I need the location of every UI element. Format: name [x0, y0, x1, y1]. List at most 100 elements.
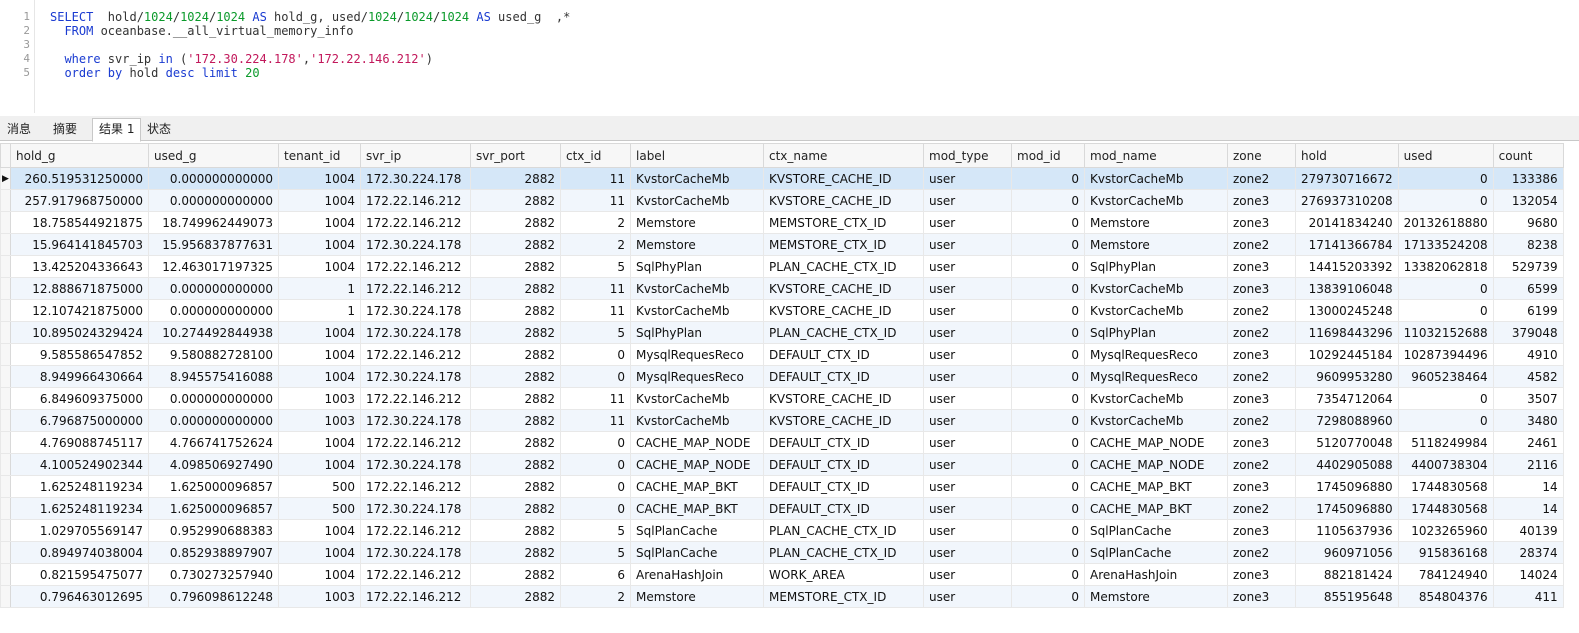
table-cell[interactable]: 15.964141845703 — [10, 233, 149, 256]
table-cell[interactable]: 8.945575416088 — [148, 365, 279, 388]
table-cell[interactable]: user — [923, 255, 1012, 278]
table-cell[interactable]: 172.30.224.178 — [360, 409, 471, 432]
table-cell[interactable]: user — [923, 387, 1012, 410]
table-cell[interactable]: 0.952990688383 — [148, 519, 279, 542]
table-cell[interactable]: KvstorCacheMb — [630, 189, 764, 212]
table-row[interactable]: 9.585586547852 9.580882728100 1004 172.22.1… — [0, 343, 1564, 366]
table-cell[interactable]: 172.30.224.178 — [360, 233, 471, 256]
column-header[interactable]: used_g — [148, 143, 279, 168]
table-cell[interactable]: KvstorCacheMb — [1084, 299, 1228, 322]
table-cell[interactable]: DEFAULT_CTX_ID — [763, 431, 924, 454]
table-cell[interactable]: 0 — [1011, 255, 1085, 278]
table-row[interactable]: 4.769088745117 4.766741752624 1004 172.22.1… — [0, 431, 1564, 454]
row-indicator[interactable] — [0, 233, 11, 256]
table-cell[interactable]: zone3 — [1227, 387, 1296, 410]
result-tab[interactable]: 消息 — [0, 118, 38, 141]
table-cell[interactable]: WORK_AREA — [763, 563, 924, 586]
table-cell[interactable]: 172.30.224.178 — [360, 453, 471, 476]
table-cell[interactable]: 0 — [1011, 431, 1085, 454]
table-cell[interactable]: 0 — [560, 431, 631, 454]
row-indicator[interactable] — [0, 321, 11, 344]
code-line[interactable]: order by hold desc limit 20 — [50, 66, 259, 80]
table-cell[interactable]: 0.894974038004 — [10, 541, 149, 564]
table-cell[interactable]: Memstore — [1084, 211, 1228, 234]
table-cell[interactable]: CACHE_MAP_BKT — [630, 497, 764, 520]
table-cell[interactable]: Memstore — [1084, 585, 1228, 608]
table-cell[interactable]: KvstorCacheMb — [1084, 277, 1228, 300]
table-cell[interactable]: 172.22.146.212 — [360, 343, 471, 366]
table-cell[interactable]: 9680 — [1492, 211, 1564, 234]
table-cell[interactable]: 1744830568 — [1397, 497, 1494, 520]
result-tab[interactable]: 结果 1 — [92, 118, 142, 142]
table-cell[interactable]: 0.730273257940 — [148, 563, 279, 586]
table-cell[interactable]: 0.000000000000 — [148, 299, 279, 322]
table-cell[interactable]: 784124940 — [1397, 563, 1494, 586]
table-cell[interactable]: 172.22.146.212 — [360, 475, 471, 498]
table-cell[interactable]: 855195648 — [1295, 585, 1399, 608]
table-cell[interactable]: CACHE_MAP_BKT — [630, 475, 764, 498]
table-cell[interactable]: 0.796098612248 — [148, 585, 279, 608]
table-cell[interactable]: SqlPhyPlan — [630, 255, 764, 278]
table-cell[interactable]: zone2 — [1227, 321, 1296, 344]
table-cell[interactable]: 172.22.146.212 — [360, 387, 471, 410]
table-cell[interactable]: 2882 — [470, 563, 561, 586]
table-cell[interactable]: 2882 — [470, 497, 561, 520]
table-cell[interactable]: 2882 — [470, 585, 561, 608]
table-cell[interactable]: KVSTORE_CACHE_ID — [763, 387, 924, 410]
table-cell[interactable]: ArenaHashJoin — [630, 563, 764, 586]
table-cell[interactable]: 5 — [560, 519, 631, 542]
table-cell[interactable]: 8238 — [1492, 233, 1564, 256]
table-cell[interactable]: zone3 — [1227, 431, 1296, 454]
column-header[interactable]: used — [1397, 143, 1494, 168]
table-cell[interactable]: 13382062818 — [1397, 255, 1494, 278]
row-indicator[interactable] — [0, 211, 11, 234]
table-cell[interactable]: 17141366784 — [1295, 233, 1399, 256]
table-cell[interactable]: DEFAULT_CTX_ID — [763, 475, 924, 498]
table-row[interactable]: 0.796463012695 0.796098612248 1003 172.22.1… — [0, 585, 1564, 608]
table-cell[interactable]: KvstorCacheMb — [1084, 167, 1228, 190]
table-cell[interactable]: zone3 — [1227, 189, 1296, 212]
column-header[interactable]: ctx_name — [763, 143, 924, 168]
table-cell[interactable]: user — [923, 431, 1012, 454]
table-cell[interactable]: user — [923, 321, 1012, 344]
row-indicator[interactable] — [0, 409, 11, 432]
table-cell[interactable]: 854804376 — [1397, 585, 1494, 608]
table-cell[interactable]: 915836168 — [1397, 541, 1494, 564]
column-header[interactable]: mod_id — [1011, 143, 1085, 168]
table-cell[interactable]: CACHE_MAP_NODE — [1084, 431, 1228, 454]
table-cell[interactable]: 2882 — [470, 321, 561, 344]
result-grid[interactable]: hold_g used_g tenant_id svr_ip svr_port ctx_i… — [0, 143, 1564, 608]
row-indicator[interactable] — [0, 189, 11, 212]
table-cell[interactable]: user — [923, 497, 1012, 520]
table-cell[interactable]: zone2 — [1227, 453, 1296, 476]
table-cell[interactable]: 2882 — [470, 519, 561, 542]
table-cell[interactable]: 0 — [560, 365, 631, 388]
table-cell[interactable]: zone3 — [1227, 277, 1296, 300]
table-cell[interactable]: Memstore — [630, 211, 764, 234]
table-cell[interactable]: SqlPhyPlan — [630, 321, 764, 344]
result-tab[interactable]: 状态 — [140, 118, 178, 141]
table-cell[interactable]: zone3 — [1227, 519, 1296, 542]
table-cell[interactable]: CACHE_MAP_BKT — [1084, 475, 1228, 498]
table-cell[interactable]: 11 — [560, 277, 631, 300]
table-cell[interactable]: KvstorCacheMb — [1084, 189, 1228, 212]
row-indicator[interactable] — [0, 475, 11, 498]
table-cell[interactable]: 11 — [560, 409, 631, 432]
table-cell[interactable]: 3507 — [1492, 387, 1564, 410]
table-cell[interactable]: 0 — [1397, 167, 1494, 190]
sql-editor[interactable]: 12345 SELECT hold/1024/1024/1024 AS hold… — [0, 0, 1579, 113]
table-cell[interactable]: 2882 — [470, 299, 561, 322]
table-cell[interactable]: KvstorCacheMb — [630, 167, 764, 190]
table-cell[interactable]: 10287394496 — [1397, 343, 1494, 366]
table-cell[interactable]: 13000245248 — [1295, 299, 1399, 322]
table-cell[interactable]: 1004 — [278, 453, 361, 476]
table-cell[interactable]: 1004 — [278, 519, 361, 542]
table-cell[interactable]: zone3 — [1227, 585, 1296, 608]
table-cell[interactable]: 1004 — [278, 541, 361, 564]
column-header[interactable]: svr_port — [470, 143, 561, 168]
table-cell[interactable]: SqlPlanCache — [630, 519, 764, 542]
table-cell[interactable]: 7298088960 — [1295, 409, 1399, 432]
table-cell[interactable]: 2882 — [470, 431, 561, 454]
code-line[interactable]: SELECT hold/1024/1024/1024 AS hold_g, us… — [50, 10, 570, 24]
table-cell[interactable]: 2882 — [470, 189, 561, 212]
